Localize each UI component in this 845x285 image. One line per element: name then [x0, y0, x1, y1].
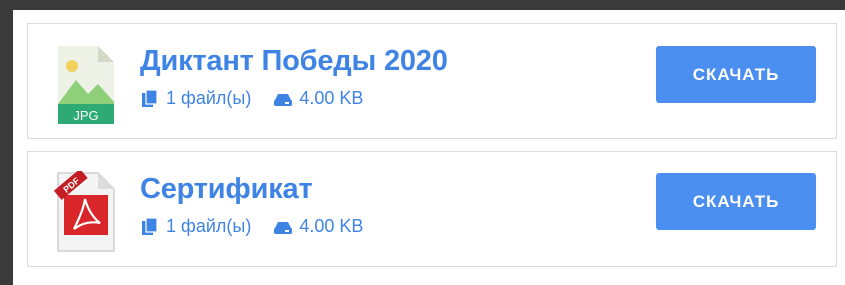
- thumb-label: JPG: [73, 108, 98, 123]
- download-button[interactable]: СКАЧАТЬ: [656, 173, 816, 230]
- file-card: PDF Сертификат 1 файл(ы) 4.00 KB СКАЧАТЬ: [27, 151, 837, 267]
- file-meta: 1 файл(ы) 4.00 KB: [140, 88, 363, 109]
- file-size: 4.00 KB: [299, 88, 364, 108]
- file-count: 1 файл(ы): [166, 216, 252, 236]
- file-count: 1 файл(ы): [166, 88, 252, 108]
- hdd-icon: [274, 221, 293, 234]
- files-icon: [142, 217, 158, 235]
- download-button[interactable]: СКАЧАТЬ: [656, 46, 816, 103]
- files-icon: [142, 89, 158, 107]
- file-card: JPG Диктант Победы 2020 1 файл(ы) 4.00 K…: [27, 23, 837, 139]
- jpg-file-icon: JPG: [58, 46, 114, 124]
- file-title[interactable]: Сертификат: [140, 173, 313, 206]
- file-title[interactable]: Диктант Победы 2020: [140, 45, 448, 78]
- hdd-icon: [274, 93, 293, 106]
- file-size: 4.00 KB: [299, 216, 364, 236]
- downloads-panel: JPG Диктант Победы 2020 1 файл(ы) 4.00 K…: [13, 10, 845, 285]
- pdf-file-icon: PDF: [53, 171, 115, 252]
- file-meta: 1 файл(ы) 4.00 KB: [140, 216, 363, 237]
